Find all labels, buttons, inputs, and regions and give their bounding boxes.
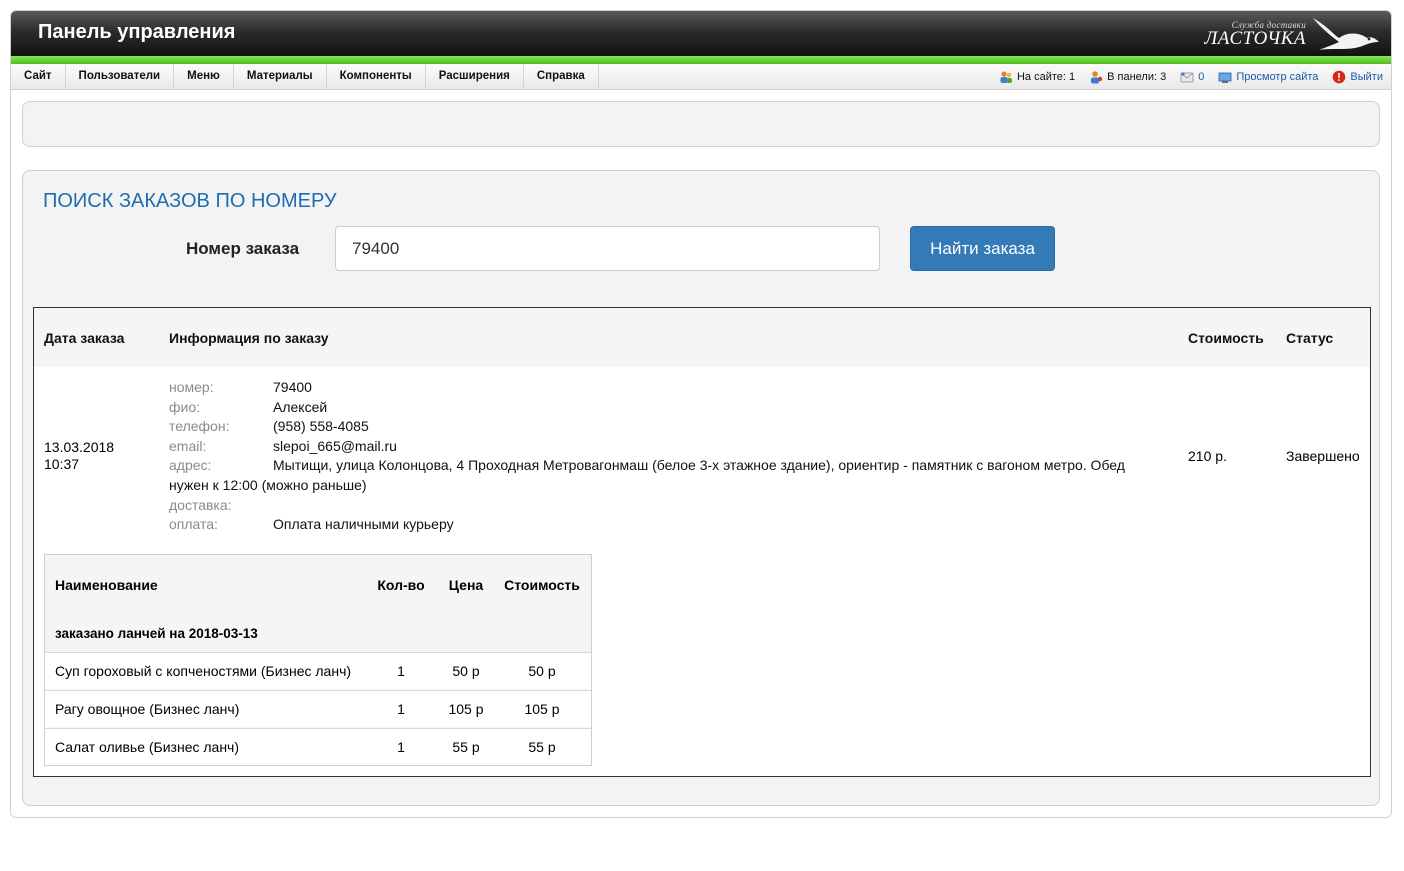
col-date: Дата заказа bbox=[44, 330, 125, 346]
item-qty: 1 bbox=[397, 701, 405, 717]
order-info-row: фио: Алексей bbox=[169, 398, 1159, 418]
menu-item[interactable]: Справка bbox=[524, 64, 599, 89]
message-panel bbox=[22, 101, 1380, 147]
col-item-price: Цена bbox=[448, 577, 484, 593]
mail-icon bbox=[1180, 70, 1194, 84]
col-cost: Стоимость bbox=[1188, 330, 1264, 346]
order-info-row: номер: 79400 bbox=[169, 378, 1159, 398]
item-price: 55 р bbox=[452, 739, 480, 755]
admin-window: Панель управления Служба доставки ЛАСТОЧ… bbox=[10, 10, 1392, 818]
view-site-link[interactable]: Просмотр сайта bbox=[1218, 70, 1318, 84]
item-name: Рагу овощное (Бизнес ланч) bbox=[55, 701, 240, 717]
item-row: Рагу овощное (Бизнес ланч) 1 105 р 105 р bbox=[45, 690, 591, 727]
item-cost: 50 р bbox=[528, 663, 556, 679]
users-on-site: На сайте: 1 bbox=[999, 70, 1075, 84]
find-order-button[interactable]: Найти заказа bbox=[910, 226, 1055, 271]
messages-link[interactable]: 0 bbox=[1180, 70, 1204, 84]
users-in-panel: В панели: 3 bbox=[1089, 70, 1166, 84]
order-info-row: доставка: bbox=[169, 496, 1159, 516]
order-info-row: email: slepoi_665@mail.ru bbox=[169, 437, 1159, 457]
item-price: 105 р bbox=[448, 701, 484, 717]
info-key: адрес: bbox=[169, 457, 212, 474]
menu-item[interactable]: Меню bbox=[174, 64, 234, 89]
order-number-input[interactable] bbox=[335, 226, 880, 271]
status-area: На сайте: 1 В панели: 3 0 Просмотр сайта bbox=[985, 64, 1383, 89]
order-number-label: Номер заказа bbox=[186, 239, 300, 258]
item-qty: 1 bbox=[397, 739, 405, 755]
swallow-icon bbox=[1313, 18, 1379, 50]
accent-stripe bbox=[11, 56, 1391, 64]
info-value: 79400 bbox=[273, 379, 312, 395]
info-value: Мытищи, улица Колонцова, 4 Проходная Мет… bbox=[169, 457, 1125, 493]
order-items-table: Наименование Кол-во Цена Стоимость заказ… bbox=[44, 554, 592, 766]
info-key: фио: bbox=[169, 398, 201, 415]
order-info-row: оплата: Оплата наличными курьеру bbox=[169, 515, 1159, 535]
orders-table: Дата заказа Информация по заказу Стоимос… bbox=[33, 307, 1371, 777]
item-price: 50 р bbox=[452, 663, 480, 679]
info-key: телефон: bbox=[169, 418, 230, 435]
monitor-icon bbox=[1218, 70, 1232, 84]
info-value: slepoi_665@mail.ru bbox=[273, 437, 397, 454]
logout-icon bbox=[1332, 70, 1346, 84]
info-key: оплата: bbox=[169, 516, 218, 533]
menu-item[interactable]: Компоненты bbox=[327, 64, 426, 89]
page-title: Панель управления bbox=[38, 21, 236, 43]
info-key: доставка: bbox=[169, 496, 232, 513]
col-item-name: Наименование bbox=[55, 577, 158, 593]
section-title: ПОИСК ЗАКАЗОВ ПО НОМЕРУ bbox=[43, 190, 337, 212]
users-icon bbox=[999, 70, 1013, 84]
order-info-row: адрес: Мытищи, улица Колонцова, 4 Проходн… bbox=[169, 456, 1159, 495]
menu-item[interactable]: Сайт bbox=[11, 64, 66, 89]
items-group-label: заказано ланчей на 2018-03-13 bbox=[55, 626, 258, 641]
menu-item[interactable]: Материалы bbox=[234, 64, 327, 89]
col-status: Статус bbox=[1286, 330, 1334, 346]
header-bar: Панель управления Служба доставки ЛАСТОЧ… bbox=[11, 11, 1391, 56]
item-cost: 55 р bbox=[528, 739, 556, 755]
menu-item[interactable]: Пользователи bbox=[66, 64, 175, 89]
item-qty: 1 bbox=[397, 663, 405, 679]
order-date-day: 13.03.2018 bbox=[44, 439, 115, 455]
on-site-count: На сайте: 1 bbox=[1016, 70, 1076, 83]
order-info-row: телефон: (958) 558-4085 bbox=[169, 417, 1159, 437]
order-status: Завершено bbox=[1286, 448, 1360, 464]
menu-items: Сайт Пользователи Меню Материалы Компоненты Р… bbox=[11, 64, 599, 89]
admin-users-icon bbox=[1089, 70, 1103, 84]
brand-logo: Служба доставки ЛАСТОЧКА bbox=[1204, 14, 1381, 54]
info-value: Алексей bbox=[273, 398, 328, 415]
logout-label: Выйти bbox=[1350, 70, 1383, 83]
messages-count: 0 bbox=[1198, 70, 1205, 83]
item-name: Суп гороховый с копченостями (Бизнес лан… bbox=[55, 663, 352, 679]
col-item-qty: Кол-во bbox=[377, 577, 425, 593]
order-date: 13.03.2018 10:37 bbox=[44, 439, 114, 473]
order-date-time: 10:37 bbox=[44, 456, 80, 472]
info-value: (958) 558-4085 bbox=[273, 418, 369, 435]
logout-link[interactable]: Выйти bbox=[1332, 70, 1383, 84]
item-cost: 105 р bbox=[524, 701, 560, 717]
top-menu: Сайт Пользователи Меню Материалы Компоненты Р… bbox=[11, 64, 1391, 90]
in-panel-count: В панели: 3 bbox=[1107, 70, 1167, 83]
order-info: номер: 79400 фио: Алексей телефон: (958) 558-… bbox=[169, 378, 1159, 535]
info-value: Оплата наличными курьеру bbox=[273, 516, 454, 533]
info-key: номер: bbox=[169, 379, 214, 395]
col-item-cost: Стоимость bbox=[504, 577, 580, 593]
info-key: email: bbox=[169, 437, 207, 454]
item-row: Суп гороховый с копченостями (Бизнес лан… bbox=[45, 652, 591, 689]
item-row: Салат оливье (Бизнес ланч) 1 55 р 55 р bbox=[45, 728, 591, 765]
order-search-panel: ПОИСК ЗАКАЗОВ ПО НОМЕРУ Номер заказа Най… bbox=[22, 170, 1380, 806]
order-cost: 210 р. bbox=[1188, 448, 1227, 464]
col-info: Информация по заказу bbox=[169, 330, 329, 346]
item-name: Салат оливье (Бизнес ланч) bbox=[55, 739, 240, 755]
view-site-label: Просмотр сайта bbox=[1236, 70, 1319, 83]
logo-title: ЛАСТОЧКА bbox=[1204, 28, 1306, 49]
menu-item[interactable]: Расширения bbox=[426, 64, 524, 89]
items-table-header: Наименование Кол-во Цена Стоимость bbox=[45, 555, 591, 617]
orders-table-header: Дата заказа Информация по заказу Стоимос… bbox=[34, 308, 1370, 367]
